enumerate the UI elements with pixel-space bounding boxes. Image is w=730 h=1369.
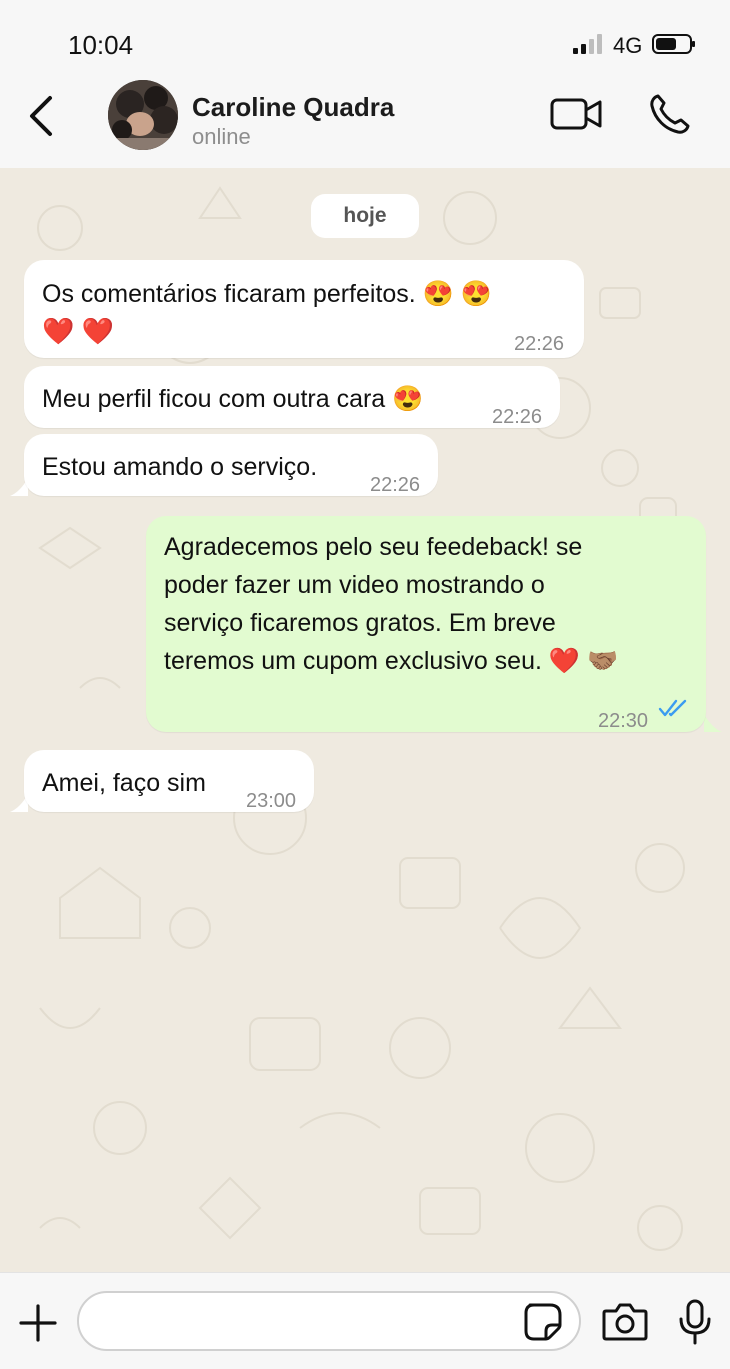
chat-header: Caroline Quadra online	[0, 80, 730, 169]
status-bar: 10:04 4G	[0, 0, 730, 80]
message-text: Amei, faço sim	[42, 769, 206, 797]
message-text: Agradecemos pelo seu feedeback! se	[164, 533, 583, 561]
message-bubble-incoming[interactable]: Os comentários ficaram perfeitos. 😍 😍 ❤️…	[24, 260, 584, 358]
message-text: ❤️ ❤️	[42, 316, 114, 346]
message-list[interactable]: hoje Os comentários ficaram perfeitos. 😍…	[0, 168, 730, 1272]
message-text: Os comentários ficaram perfeitos. 😍 😍	[42, 280, 492, 308]
status-time: 10:04	[68, 30, 134, 60]
phone-icon[interactable]	[648, 92, 692, 136]
double-check-read-icon	[658, 699, 687, 717]
message-composer	[0, 1272, 730, 1369]
message-text: teremos um cupom exclusivo seu. ❤️ 🤝🏽	[164, 647, 619, 675]
camera-icon[interactable]	[602, 1301, 648, 1341]
message-time: 23:00	[246, 790, 297, 812]
message-time: 22:26	[492, 406, 543, 428]
video-camera-icon[interactable]	[550, 94, 604, 134]
message-time: 22:26	[370, 474, 421, 496]
battery-icon	[652, 34, 695, 54]
message-time: 22:30	[598, 710, 649, 732]
date-separator: hoje	[311, 194, 419, 238]
plus-icon[interactable]	[18, 1303, 58, 1343]
avatar[interactable]	[108, 80, 178, 150]
network-type: 4G	[613, 33, 643, 58]
message-bubble-incoming[interactable]: Amei, faço sim 23:00	[24, 750, 314, 812]
contact-name[interactable]: Caroline Quadra	[192, 92, 394, 123]
message-text: poder fazer um video mostrando o	[164, 571, 545, 599]
message-input[interactable]	[77, 1291, 581, 1351]
microphone-icon[interactable]	[678, 1299, 712, 1345]
message-text: Meu perfil ficou com outra cara 😍	[42, 385, 424, 413]
cellular-signal-icon	[573, 34, 602, 54]
message-bubble-incoming[interactable]: Meu perfil ficou com outra cara 😍 22:26	[24, 366, 560, 428]
message-time: 22:26	[514, 333, 565, 355]
bubble-tail	[704, 714, 722, 732]
message-bubble-incoming[interactable]: Estou amando o serviço. 22:26	[24, 434, 438, 496]
message-bubble-outgoing[interactable]: Agradecemos pelo seu feedeback! se poder…	[146, 516, 706, 732]
message-text: serviço ficaremos gratos. Em breve	[164, 609, 556, 637]
sticker-icon[interactable]	[524, 1303, 562, 1341]
message-text: Estou amando o serviço.	[42, 453, 318, 481]
contact-status: online	[192, 124, 251, 149]
chevron-left-icon[interactable]	[26, 94, 60, 138]
